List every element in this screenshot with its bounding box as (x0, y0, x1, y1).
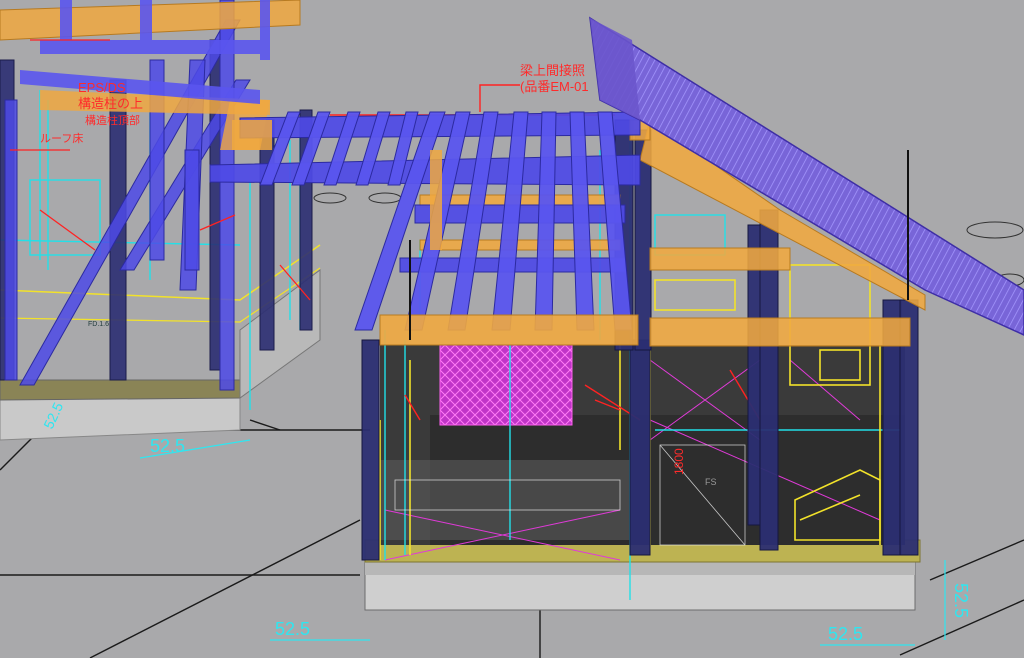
vertical-dimension-label: 1800 (672, 448, 686, 475)
structure-note-label: 構造柱の上 (78, 96, 143, 111)
left-floor-label: FD.1.6 (88, 321, 109, 328)
mesh-panel[interactable] (439, 344, 573, 426)
structure-top-label: 構造柱頂部 (85, 113, 140, 127)
roof-floor-label: ルーフ床 (40, 131, 83, 145)
dim-bottom-right: 52.5 (828, 624, 863, 644)
right-building[interactable]: FS (209, 16, 1024, 611)
model-canvas[interactable]: FD.1.6 EPS/DS 構造柱の上 構造柱頂部 ルーフ床 FS 梁上間接照 … (0, 0, 1024, 658)
beam-note-line1: 梁上間接照 (520, 63, 585, 78)
beam-note-line2: (品番EM-01 (520, 79, 589, 94)
left-building[interactable]: FD.1.6 (0, 0, 321, 441)
dim-right-vertical: 52.5 (951, 583, 971, 618)
room-label: FS (705, 477, 717, 487)
eps-ds-label: EPS/DS (78, 80, 126, 95)
dim-bottom-left: 52.5 (275, 619, 310, 639)
3d-bim-viewport[interactable]: FD.1.6 EPS/DS 構造柱の上 構造柱頂部 ルーフ床 FS 梁上間接照 … (0, 0, 1024, 658)
